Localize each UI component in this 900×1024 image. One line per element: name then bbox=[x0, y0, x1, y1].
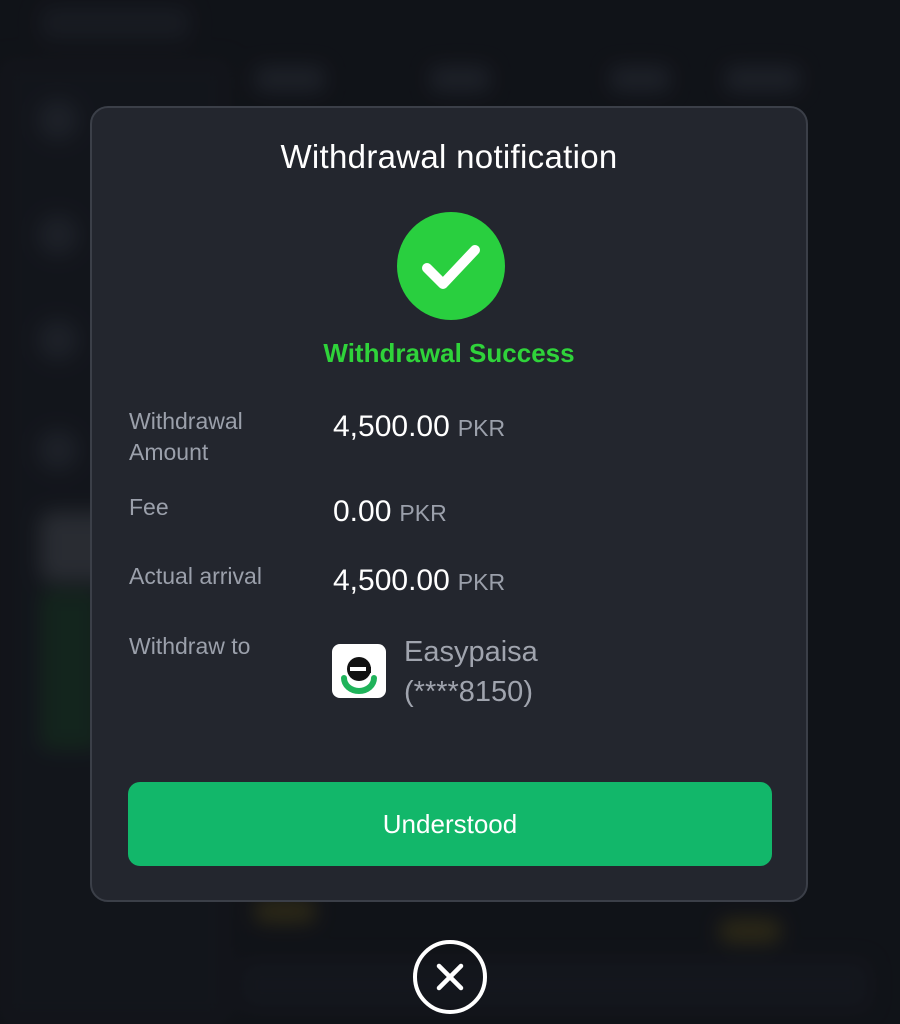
withdrawal-amount-unit: PKR bbox=[457, 415, 506, 441]
withdraw-method-name: Easypaisa bbox=[404, 636, 538, 668]
actual-arrival-unit: PKR bbox=[457, 569, 506, 595]
actual-arrival-label: Actual arrival bbox=[129, 563, 262, 589]
actual-arrival-number: 4,500.00 bbox=[333, 564, 450, 597]
understood-button[interactable]: Understood bbox=[128, 782, 772, 866]
fee-label: Fee bbox=[129, 494, 169, 520]
page: Withdrawal notification Withdrawal Succe… bbox=[0, 0, 900, 1024]
dialog-title: Withdrawal notification bbox=[280, 138, 618, 175]
close-icon bbox=[436, 963, 464, 991]
withdrawal-notification-dialog: Withdrawal notification Withdrawal Succe… bbox=[90, 106, 808, 902]
withdrawal-amount-value: 4,500.00 PKR bbox=[333, 409, 505, 446]
success-check-icon bbox=[397, 212, 505, 320]
status-text: Withdrawal Success bbox=[323, 338, 575, 368]
easypaisa-logo-icon bbox=[332, 644, 386, 698]
withdraw-to-label: Withdraw to bbox=[129, 633, 251, 659]
actual-arrival-value: 4,500.00 PKR bbox=[333, 563, 505, 600]
withdraw-account-number: (****8150) bbox=[404, 676, 533, 708]
fee-number: 0.00 bbox=[333, 495, 392, 528]
fee-unit: PKR bbox=[399, 500, 447, 526]
withdrawal-amount-number: 4,500.00 bbox=[333, 410, 450, 443]
fee-value: 0.00 PKR bbox=[333, 494, 447, 531]
withdrawal-amount-label: Withdrawal Amount bbox=[129, 408, 243, 465]
close-dialog-button[interactable] bbox=[413, 940, 487, 1014]
